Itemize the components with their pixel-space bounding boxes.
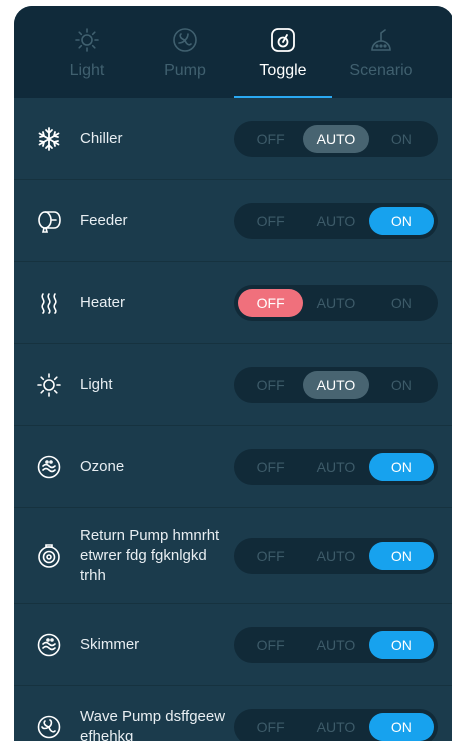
auto-option[interactable]: AUTO — [303, 631, 368, 659]
mode-switch: OFF AUTO ON — [234, 120, 438, 157]
off-option[interactable]: OFF — [238, 125, 303, 153]
on-option[interactable]: ON — [368, 630, 434, 659]
auto-option[interactable]: AUTO — [303, 289, 368, 317]
tab-light[interactable]: Light — [44, 6, 130, 98]
auto-option[interactable]: AUTO — [303, 542, 368, 570]
device-name: Return Pump hmnrht etwrer fdg fgknlgkd t… — [80, 526, 220, 584]
heat-waves-icon — [36, 290, 62, 316]
on-option[interactable]: ON — [369, 371, 434, 399]
device-row: Ozone OFF AUTO ON — [14, 426, 452, 508]
device-row: Chiller OFF AUTO ON — [14, 98, 452, 180]
off-option[interactable]: OFF — [238, 631, 303, 659]
off-option[interactable]: OFF — [238, 453, 303, 481]
tab-label: Scenario — [349, 62, 413, 79]
off-option[interactable]: OFF — [238, 288, 304, 317]
feeder-icon — [36, 208, 62, 234]
wave-pump-icon — [36, 714, 62, 740]
tab-pump[interactable]: Pump — [142, 6, 228, 98]
on-option[interactable]: ON — [368, 712, 434, 741]
auto-option[interactable]: AUTO — [303, 207, 368, 235]
mode-switch: OFF AUTO ON — [234, 708, 438, 741]
sun-icon — [36, 372, 62, 398]
tab-scenario[interactable]: Scenario — [338, 6, 424, 98]
auto-option[interactable]: AUTO — [303, 370, 369, 399]
tab-toggle[interactable]: Toggle — [234, 6, 332, 98]
device-name: Ozone — [80, 457, 125, 475]
scenario-icon — [367, 26, 395, 54]
device-row: Light OFF AUTO ON — [14, 344, 452, 426]
mode-switch: OFF AUTO ON — [234, 366, 438, 403]
mode-switch: OFF AUTO ON — [234, 626, 438, 663]
device-name: Light — [80, 375, 113, 393]
pump-icon — [171, 26, 199, 54]
tab-label: Toggle — [259, 62, 307, 79]
tab-label: Pump — [164, 62, 206, 79]
mode-switch: OFF AUTO ON — [234, 448, 438, 485]
device-name: Feeder — [80, 211, 128, 229]
device-name: Chiller — [80, 129, 123, 147]
device-row: Wave Pump dsffgeew efhehkg OFF AUTO ON — [14, 686, 452, 741]
tab-bar: Light Pump Toggle Scenario — [14, 6, 452, 98]
on-option[interactable]: ON — [369, 125, 434, 153]
device-row: Skimmer OFF AUTO ON — [14, 604, 452, 686]
on-option[interactable]: ON — [369, 289, 434, 317]
sun-icon — [73, 26, 101, 54]
device-row: Heater OFF AUTO ON — [14, 262, 452, 344]
off-option[interactable]: OFF — [238, 542, 303, 570]
device-name: Heater — [80, 293, 126, 311]
on-option[interactable]: ON — [368, 452, 434, 481]
device-row: Feeder OFF AUTO ON — [14, 180, 452, 262]
off-option[interactable]: OFF — [238, 713, 303, 741]
off-option[interactable]: OFF — [238, 207, 303, 235]
app-container: Light Pump Toggle Scenario Chiller OFF A… — [14, 6, 452, 741]
tab-label: Light — [69, 62, 105, 79]
return-pump-icon — [36, 543, 62, 569]
device-row: Return Pump hmnrht etwrer fdg fgknlgkd t… — [14, 508, 452, 604]
mode-switch: OFF AUTO ON — [234, 284, 438, 321]
ozone-icon — [36, 454, 62, 480]
mode-switch: OFF AUTO ON — [234, 202, 438, 239]
device-name: Skimmer — [80, 635, 140, 653]
auto-option[interactable]: AUTO — [303, 713, 368, 741]
snowflake-icon — [36, 126, 62, 152]
skimmer-icon — [36, 632, 62, 658]
auto-option[interactable]: AUTO — [303, 453, 368, 481]
toggle-icon — [269, 26, 297, 54]
mode-switch: OFF AUTO ON — [234, 537, 438, 574]
on-option[interactable]: ON — [368, 541, 434, 570]
device-list: Chiller OFF AUTO ON Feeder OFF AUTO ON H… — [14, 98, 452, 741]
off-option[interactable]: OFF — [238, 371, 303, 399]
on-option[interactable]: ON — [368, 206, 434, 235]
auto-option[interactable]: AUTO — [303, 124, 369, 153]
device-name: Wave Pump dsffgeew efhehkg — [80, 707, 226, 741]
